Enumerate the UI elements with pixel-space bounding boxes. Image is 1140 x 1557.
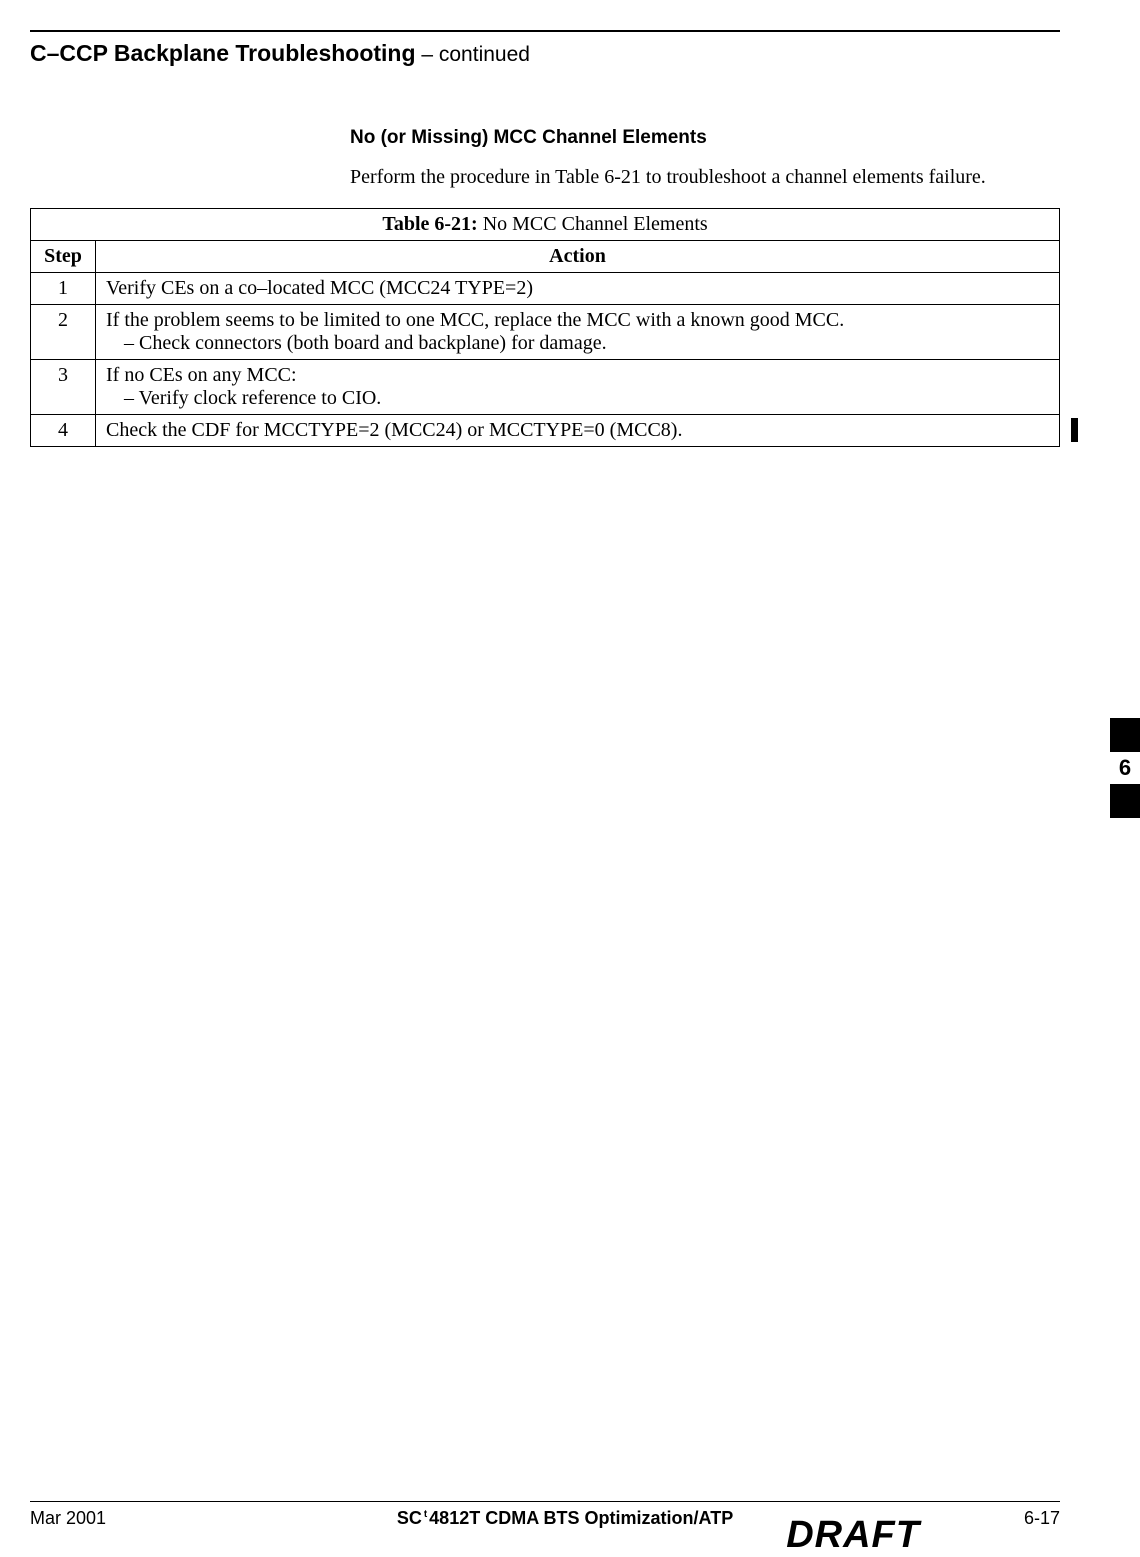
tab-label: 6 (1110, 752, 1140, 784)
footer-doc-title: SCt4812T CDMA BTS Optimization/ATP (397, 1508, 733, 1529)
procedure-table: Table 6-21: No MCC Channel Elements Step… (30, 208, 1060, 447)
step-number: 3 (31, 360, 96, 415)
step-action: If no CEs on any MCC: – Verify clock ref… (96, 360, 1060, 415)
section-heading: No (or Missing) MCC Channel Elements (350, 127, 1060, 149)
action-text: Verify CEs on a co–located MCC (MCC24 TY… (106, 277, 1049, 300)
step-action: If the problem seems to be limited to on… (96, 305, 1060, 360)
table-caption: Table 6-21: No MCC Channel Elements (31, 209, 1060, 241)
step-action: Verify CEs on a co–located MCC (MCC24 TY… (96, 273, 1060, 305)
section-paragraph: Perform the procedure in Table 6-21 to t… (350, 164, 990, 190)
footer-page-number: 6-17 (1024, 1508, 1060, 1529)
table-row: 4 Check the CDF for MCCTYPE=2 (MCC24) or… (31, 415, 1060, 447)
action-text: Check the CDF for MCCTYPE=2 (MCC24) or M… (106, 419, 1049, 442)
table-row: 1 Verify CEs on a co–located MCC (MCC24 … (31, 273, 1060, 305)
change-bar-icon (1071, 418, 1078, 442)
draft-watermark: DRAFT (786, 1514, 920, 1557)
footer-suffix: 4812T CDMA BTS Optimization/ATP (429, 1508, 733, 1528)
table-row: 2 If the problem seems to be limited to … (31, 305, 1060, 360)
step-action: Check the CDF for MCCTYPE=2 (MCC24) or M… (96, 415, 1060, 447)
step-number: 1 (31, 273, 96, 305)
section-tab: 6 (1110, 718, 1140, 818)
action-bullet: – Check connectors (both board and backp… (106, 332, 1049, 355)
page-title-row: C–CCP Backplane Troubleshooting – contin… (30, 40, 1060, 67)
action-bullet: – Verify clock reference to CIO. (106, 387, 1049, 410)
action-text: If no CEs on any MCC: (106, 364, 1049, 387)
trademark-icon: t (424, 1509, 427, 1520)
action-text: If the problem seems to be limited to on… (106, 309, 1049, 332)
page-title: C–CCP Backplane Troubleshooting (30, 40, 416, 66)
step-number: 2 (31, 305, 96, 360)
step-number: 4 (31, 415, 96, 447)
table-caption-text: No MCC Channel Elements (478, 213, 708, 235)
col-header-step: Step (31, 241, 96, 273)
page-title-suffix: – continued (416, 43, 530, 66)
table-row: 3 If no CEs on any MCC: – Verify clock r… (31, 360, 1060, 415)
col-header-action: Action (96, 241, 1060, 273)
table-caption-label: Table 6-21: (382, 213, 477, 235)
footer-prefix: SC (397, 1508, 422, 1528)
footer-date: Mar 2001 (30, 1508, 106, 1529)
header-rule (30, 30, 1060, 32)
tab-block-top (1110, 718, 1140, 752)
footer-rule (30, 1501, 1060, 1502)
tab-block-bottom (1110, 784, 1140, 818)
